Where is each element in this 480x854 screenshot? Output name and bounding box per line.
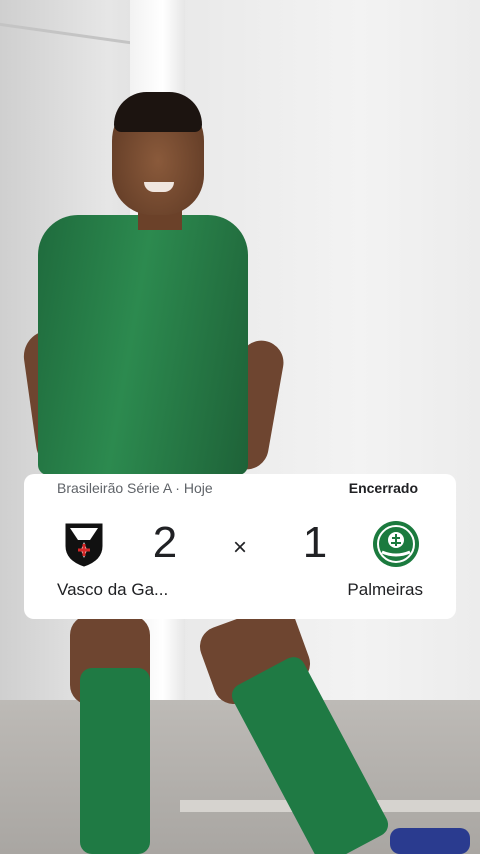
vasco-crest-icon: [65, 523, 103, 567]
home-team-name: Vasco da Ga...: [57, 580, 169, 599]
player-shoe: [390, 828, 470, 854]
score-separator: ×: [232, 534, 247, 561]
match-status: Encerrado: [348, 480, 418, 496]
away-score: 1: [302, 518, 328, 567]
player-sock: [80, 668, 150, 854]
background-video-frame: [0, 0, 480, 854]
competition-label: Brasileirão Série A · Hoje: [57, 480, 213, 496]
away-team-name: Palmeiras: [347, 580, 423, 599]
palmeiras-crest-icon: [373, 521, 419, 567]
player-jersey: [38, 215, 248, 475]
player-hair: [114, 92, 202, 132]
match-score-card[interactable]: Brasileirão Série A · Hoje Encerrado 2 ×…: [24, 474, 456, 619]
home-score: 2: [152, 518, 178, 567]
